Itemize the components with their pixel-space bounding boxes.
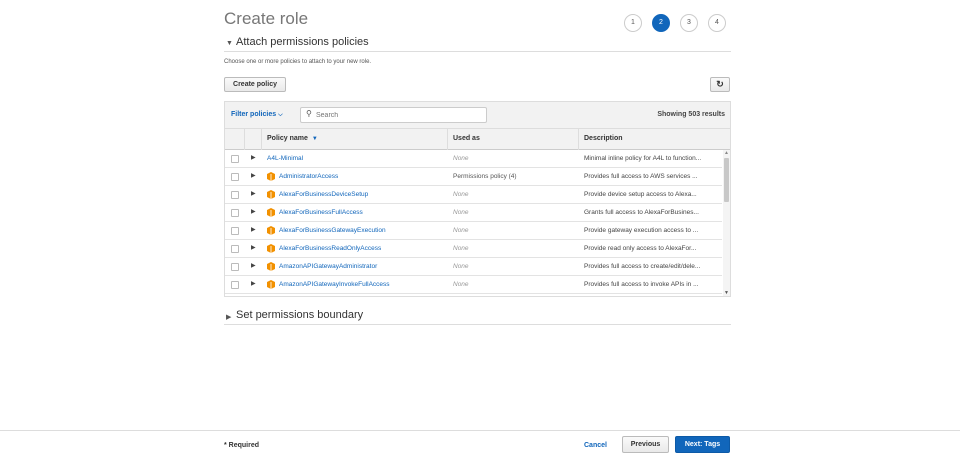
table-row[interactable]: ▶ AmazonAPIGatewayAdministrator None Provid… <box>225 258 722 276</box>
description-cell: Grants full access to AlexaForBusines... <box>584 209 699 216</box>
description-cell: Provide read only access to AlexaFor... <box>584 245 697 252</box>
filter-bar: Filter policies ⌵ ⚲ Showing 503 results <box>225 102 730 129</box>
column-policy-name[interactable]: Policy name ▼ <box>267 135 318 142</box>
row-checkbox[interactable] <box>231 263 239 271</box>
policy-name-link[interactable]: A4L-Minimal <box>267 155 303 162</box>
aws-managed-policy-icon <box>267 172 275 181</box>
search-input[interactable] <box>316 110 481 121</box>
policy-name-link[interactable]: AlexaForBusinessReadOnlyAccess <box>279 245 381 252</box>
description-cell: Provides full access to create/edit/dele… <box>584 263 701 270</box>
expand-row-icon[interactable]: ▶ <box>251 262 256 269</box>
column-divider <box>447 129 448 150</box>
step-4[interactable]: 4 <box>708 14 726 32</box>
policy-name-link[interactable]: AlexaForBusinessGatewayExecution <box>279 227 386 234</box>
wizard-footer: * Required Cancel Previous Next: Tags <box>0 430 960 458</box>
expand-row-icon[interactable]: ▶ <box>251 208 256 215</box>
step-1[interactable]: 1 <box>624 14 642 32</box>
permissions-boundary-section-header[interactable]: ▶ Set permissions boundary <box>224 309 731 325</box>
next-tags-button[interactable]: Next: Tags <box>675 436 730 453</box>
filter-policies-dropdown[interactable]: Filter policies ⌵ <box>231 111 283 119</box>
used-as-cell: None <box>453 281 469 288</box>
used-as-cell: None <box>453 245 469 252</box>
search-box: ⚲ <box>300 107 487 123</box>
cancel-link[interactable]: Cancel <box>584 442 607 449</box>
column-used-as[interactable]: Used as <box>453 135 480 142</box>
description-cell: Provide gateway execution access to ... <box>584 227 699 234</box>
previous-button[interactable]: Previous <box>622 436 669 453</box>
column-divider <box>244 129 245 150</box>
aws-managed-policy-icon <box>267 262 275 271</box>
scrollbar-thumb[interactable] <box>724 158 729 202</box>
sort-desc-icon: ▼ <box>311 136 318 142</box>
required-note: * Required <box>224 442 260 449</box>
table-header: Policy name ▼ Used as Description <box>225 129 730 150</box>
refresh-icon: ↻ <box>716 79 724 89</box>
row-checkbox[interactable] <box>231 173 239 181</box>
table-row[interactable]: ▶ A4L-Minimal None Minimal inline policy fo… <box>225 150 722 168</box>
column-divider <box>261 129 262 150</box>
step-3[interactable]: 3 <box>680 14 698 32</box>
policy-name-link[interactable]: AmazonAPIGatewayAdministrator <box>279 263 377 270</box>
refresh-button[interactable]: ↻ <box>710 77 730 92</box>
used-as-cell: None <box>453 227 469 234</box>
search-icon: ⚲ <box>306 109 312 118</box>
policy-name-link[interactable]: AlexaForBusinessDeviceSetup <box>279 191 368 198</box>
permissions-boundary-title: Set permissions boundary <box>236 309 364 321</box>
table-row[interactable]: ▶ AlexaForBusinessGatewayExecution None Pro… <box>225 222 722 240</box>
page-title: Create role <box>224 9 309 28</box>
row-checkbox[interactable] <box>231 245 239 253</box>
row-checkbox[interactable] <box>231 209 239 217</box>
table-row[interactable]: ▶ AdministratorAccess Permissions policy (… <box>225 168 722 186</box>
table-scrollbar[interactable]: ▲ ▼ <box>723 150 730 296</box>
table-row[interactable]: ▶ AlexaForBusinessFullAccess None Grants fu… <box>225 204 722 222</box>
caret-right-icon: ▶ <box>226 314 232 321</box>
attach-policies-section-header[interactable]: ▼ Attach permissions policies <box>224 36 731 52</box>
scroll-down-arrow-icon[interactable]: ▼ <box>724 290 729 296</box>
used-as-cell: None <box>453 191 469 198</box>
row-checkbox[interactable] <box>231 281 239 289</box>
policy-name-link[interactable]: AdministratorAccess <box>279 173 338 180</box>
description-cell: Minimal inline policy for A4L to functio… <box>584 155 702 162</box>
table-body: ▶ A4L-Minimal None Minimal inline policy fo… <box>225 150 730 296</box>
expand-row-icon[interactable]: ▶ <box>251 172 256 179</box>
policy-name-link[interactable]: AmazonAPIGatewayInvokeFullAccess <box>279 281 390 288</box>
table-row[interactable]: ▶ AmazonAPIGatewayInvokeFullAccess None Pro… <box>225 276 722 294</box>
description-cell: Provides full access to invoke APIs in .… <box>584 281 699 288</box>
aws-managed-policy-icon <box>267 280 275 289</box>
expand-row-icon[interactable]: ▶ <box>251 280 256 287</box>
results-count: Showing 503 results <box>657 111 725 118</box>
aws-managed-policy-icon <box>267 226 275 235</box>
attach-policies-hint: Choose one or more policies to attach to… <box>224 59 372 65</box>
row-checkbox[interactable] <box>231 191 239 199</box>
column-description[interactable]: Description <box>584 135 623 142</box>
expand-row-icon[interactable]: ▶ <box>251 190 256 197</box>
create-policy-button[interactable]: Create policy <box>224 77 286 92</box>
used-as-cell: None <box>453 263 469 270</box>
chevron-down-icon: ⌵ <box>278 112 283 118</box>
expand-row-icon[interactable]: ▶ <box>251 226 256 233</box>
step-2[interactable]: 2 <box>652 14 670 32</box>
aws-managed-policy-icon <box>267 244 275 253</box>
expand-row-icon[interactable]: ▶ <box>251 244 256 251</box>
used-as-cell: Permissions policy (4) <box>453 173 517 180</box>
aws-managed-policy-icon <box>267 208 275 217</box>
policies-table: Filter policies ⌵ ⚲ Showing 503 results … <box>224 101 731 297</box>
used-as-cell: None <box>453 155 469 162</box>
used-as-cell: None <box>453 209 469 216</box>
aws-managed-policy-icon <box>267 190 275 199</box>
table-row[interactable]: ▶ AlexaForBusinessDeviceSetup None Provide … <box>225 186 722 204</box>
policy-name-link[interactable]: AlexaForBusinessFullAccess <box>279 209 363 216</box>
expand-row-icon[interactable]: ▶ <box>251 154 256 161</box>
row-checkbox[interactable] <box>231 155 239 163</box>
scroll-up-arrow-icon[interactable]: ▲ <box>724 150 729 156</box>
table-row[interactable]: ▶ AlexaForBusinessReadOnlyAccess None Provi… <box>225 240 722 258</box>
description-cell: Provides full access to AWS services ... <box>584 173 698 180</box>
description-cell: Provide device setup access to Alexa... <box>584 191 697 198</box>
attach-policies-title: Attach permissions policies <box>236 36 369 48</box>
column-divider <box>578 129 579 150</box>
row-checkbox[interactable] <box>231 227 239 235</box>
caret-down-icon: ▼ <box>226 40 233 47</box>
